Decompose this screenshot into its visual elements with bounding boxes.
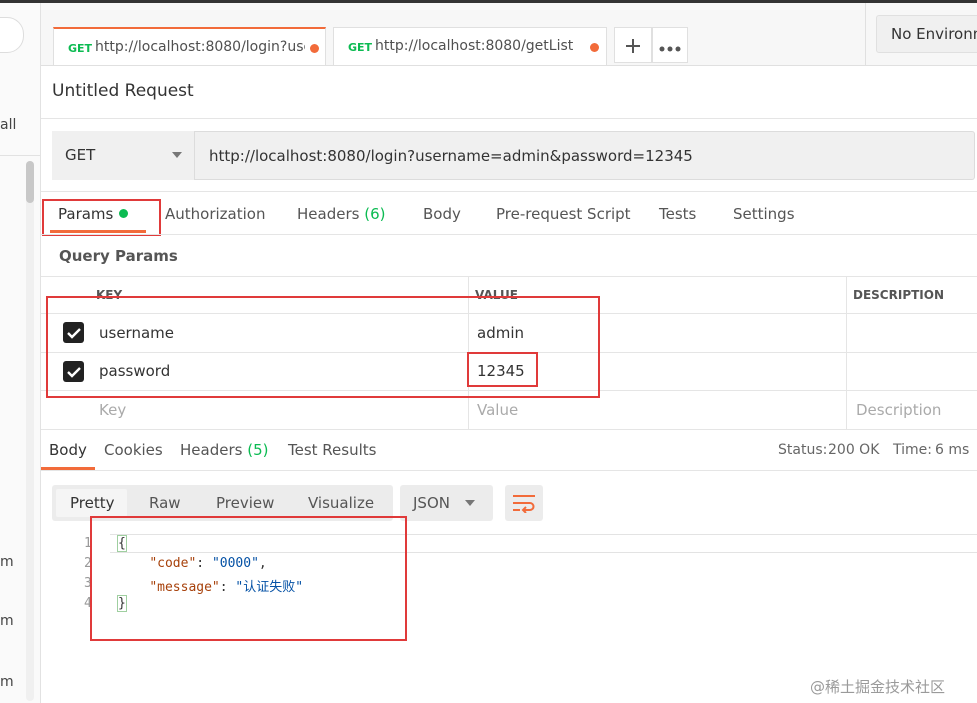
divider [41,234,977,235]
new-param-description-input[interactable]: Description [856,401,941,419]
new-tab-button[interactable] [614,27,652,63]
tab-method-label: GET [348,41,373,54]
tab-tests[interactable]: Tests [659,205,696,223]
column-header-description: DESCRIPTION [853,288,945,302]
chevron-down-icon [465,500,475,506]
status-label: Status: [778,442,828,458]
tab-method-label: GET [68,42,93,55]
headers-count: (6) [364,205,386,223]
divider [41,470,977,471]
highlight-box-response [90,516,407,641]
tab-body[interactable]: Body [423,205,461,223]
tab-prerequest-script[interactable]: Pre-request Script [496,205,631,223]
method-select[interactable]: GET [52,131,195,180]
divider [41,118,977,119]
tab-headers[interactable]: Headers (6) [297,205,385,223]
environment-selector[interactable]: No Environment [876,15,977,53]
sidebar-scrollbar-track [26,161,34,701]
request-title[interactable]: Untitled Request [52,81,194,101]
method-label: GET [65,146,96,164]
table-border [41,276,977,277]
tab-response-headers[interactable]: Headers (5) [180,441,268,459]
request-tab-getlist[interactable]: GET http://localhost:8080/getList [333,27,607,65]
tab-url-label: http://localhost:8080/login?use... [95,39,305,55]
response-headers-count: (5) [247,441,269,459]
time-label: Time: [893,442,932,458]
tab-cookies[interactable]: Cookies [104,441,163,459]
unsaved-dot-icon [590,43,599,52]
wrap-lines-button[interactable] [505,485,543,521]
watermark: @稀土掘金技术社区 [810,678,946,696]
format-select[interactable]: JSON [400,485,493,521]
sidebar: all m m m [0,3,41,703]
new-param-key-input[interactable]: Key [99,401,126,419]
more-tabs-button[interactable] [652,27,688,63]
table-border [41,429,977,430]
toolbar-divider [865,3,866,65]
tab-headers-label: Headers [297,205,360,223]
sidebar-item-fragment[interactable]: m [0,554,14,570]
view-mode-raw[interactable]: Raw [149,494,181,512]
sidebar-divider [0,155,40,156]
tab-response-headers-label: Headers [180,441,243,459]
tab-authorization[interactable]: Authorization [165,205,265,223]
chevron-down-icon [172,152,182,158]
status-value[interactable]: 200 OK [828,442,879,458]
column-divider [846,276,847,429]
highlight-box-params [42,199,161,236]
highlight-box-password-value [467,352,538,387]
sidebar-item-fragment[interactable]: m [0,613,14,629]
plus-icon [626,39,640,53]
view-mode-pretty[interactable]: Pretty [70,494,115,512]
request-tab-login[interactable]: GET http://localhost:8080/login?use... [53,27,326,65]
time-value[interactable]: 6 ms [935,442,969,458]
query-params-title: Query Params [59,247,178,265]
tab-test-results[interactable]: Test Results [288,441,376,459]
url-input[interactable]: http://localhost:8080/login?username=adm… [209,147,693,165]
view-mode-preview[interactable]: Preview [216,494,274,512]
view-mode-visualize[interactable]: Visualize [308,494,374,512]
sidebar-item-fragment[interactable]: m [0,674,14,690]
ellipsis-icon [659,46,681,52]
wrap-lines-icon [513,495,535,514]
unsaved-dot-icon [310,44,319,53]
sidebar-search-field[interactable] [0,17,24,53]
format-label: JSON [413,494,450,512]
divider [41,191,977,192]
tab-url-label: http://localhost:8080/getList [375,38,574,54]
tab-response-body[interactable]: Body [49,441,87,459]
sidebar-label-fragment[interactable]: all [0,117,16,133]
new-param-value-input[interactable]: Value [477,401,518,419]
sidebar-scrollbar-thumb[interactable] [26,161,34,203]
tab-settings[interactable]: Settings [733,205,795,223]
